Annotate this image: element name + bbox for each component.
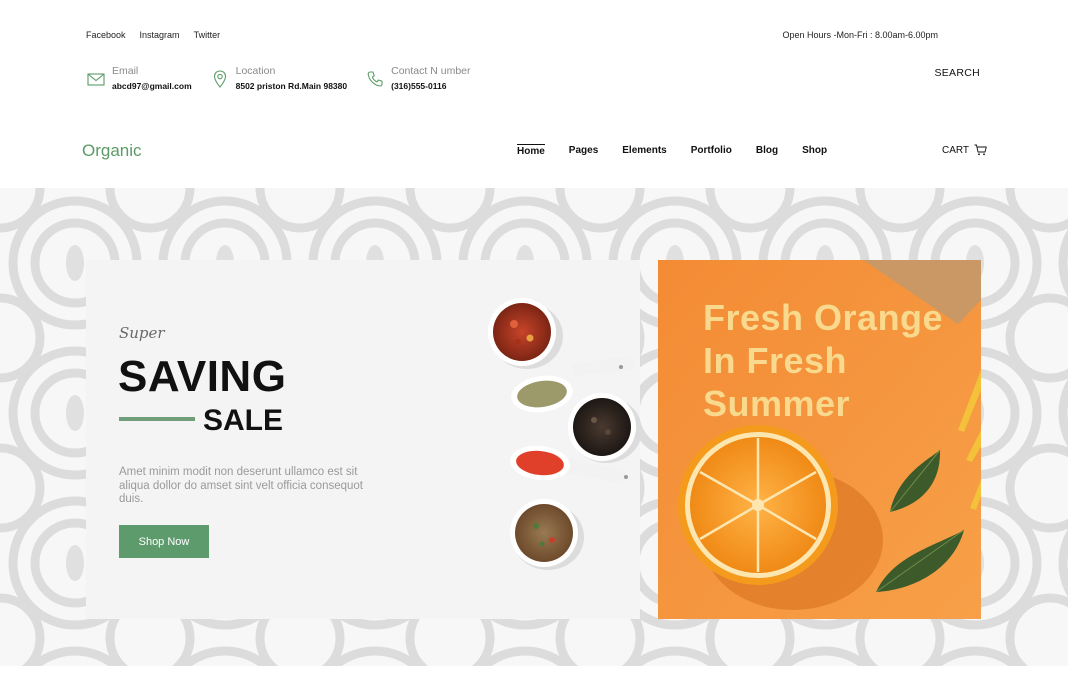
promo-line-3: Summer — [703, 383, 851, 424]
email-label: Email — [112, 65, 139, 77]
banner-subtitle: SALE — [203, 404, 284, 437]
contact-location: Location 8502 priston Rd.Main 98380 — [210, 65, 348, 91]
contact-phone: Contact N umber (316)555-0116 — [365, 65, 471, 91]
phone-label: Contact N umber — [391, 65, 471, 77]
banner-description: Amet minim modit non deserunt ullamco es… — [119, 466, 363, 505]
map-pin-icon — [213, 70, 226, 88]
promo-line-1: Fresh Orange — [703, 297, 944, 338]
banner-kicker: Super — [119, 324, 165, 342]
orange-promo-text: Fresh Orange In Fresh Summer — [703, 296, 943, 425]
nav-home[interactable]: Home — [517, 144, 545, 157]
cart-button[interactable]: CART — [942, 144, 987, 156]
open-hours: Open Hours -Mon-Fri : 8.00am-6.00pm — [782, 30, 938, 40]
fresh-orange-banner: Fresh Orange In Fresh Summer — [658, 260, 981, 619]
hero-section: Super SAVING SALE Amet minim modit non d… — [0, 188, 1068, 666]
saving-sale-banner: Super SAVING SALE Amet minim modit non d… — [86, 260, 640, 619]
main-nav: Home Pages Elements Portfolio Blog Shop — [517, 144, 851, 157]
cart-icon — [974, 144, 987, 156]
contact-email: Email abcd97@gmail.com — [86, 65, 192, 91]
email-value[interactable]: abcd97@gmail.com — [112, 81, 192, 91]
search-button[interactable]: SEARCH — [934, 67, 980, 79]
banner-title: SAVING — [118, 352, 287, 401]
nav-portfolio[interactable]: Portfolio — [691, 144, 732, 157]
mail-icon — [87, 73, 105, 86]
facebook-link[interactable]: Facebook — [86, 30, 126, 40]
instagram-link[interactable]: Instagram — [140, 30, 180, 40]
location-value: 8502 priston Rd.Main 98380 — [235, 81, 348, 91]
twitter-link[interactable]: Twitter — [194, 30, 221, 40]
nav-shop[interactable]: Shop — [802, 144, 827, 157]
cart-label: CART — [942, 144, 970, 156]
phone-icon — [367, 71, 383, 87]
site-logo[interactable]: Organic — [82, 141, 142, 161]
spice-bowls-image — [488, 298, 640, 570]
phone-value[interactable]: (316)555-0116 — [391, 81, 470, 91]
social-links: Facebook Instagram Twitter — [86, 30, 220, 40]
shop-now-button[interactable]: Shop Now — [119, 525, 209, 558]
nav-elements[interactable]: Elements — [622, 144, 666, 157]
contact-info: Email abcd97@gmail.com Location 8502 pri… — [86, 65, 489, 91]
top-bar: Facebook Instagram Twitter Open Hours -M… — [86, 30, 938, 42]
promo-line-2: In Fresh — [703, 340, 848, 381]
nav-pages[interactable]: Pages — [569, 144, 598, 157]
nav-blog[interactable]: Blog — [756, 144, 778, 157]
location-label: Location — [235, 65, 276, 77]
title-accent-line — [119, 417, 195, 421]
